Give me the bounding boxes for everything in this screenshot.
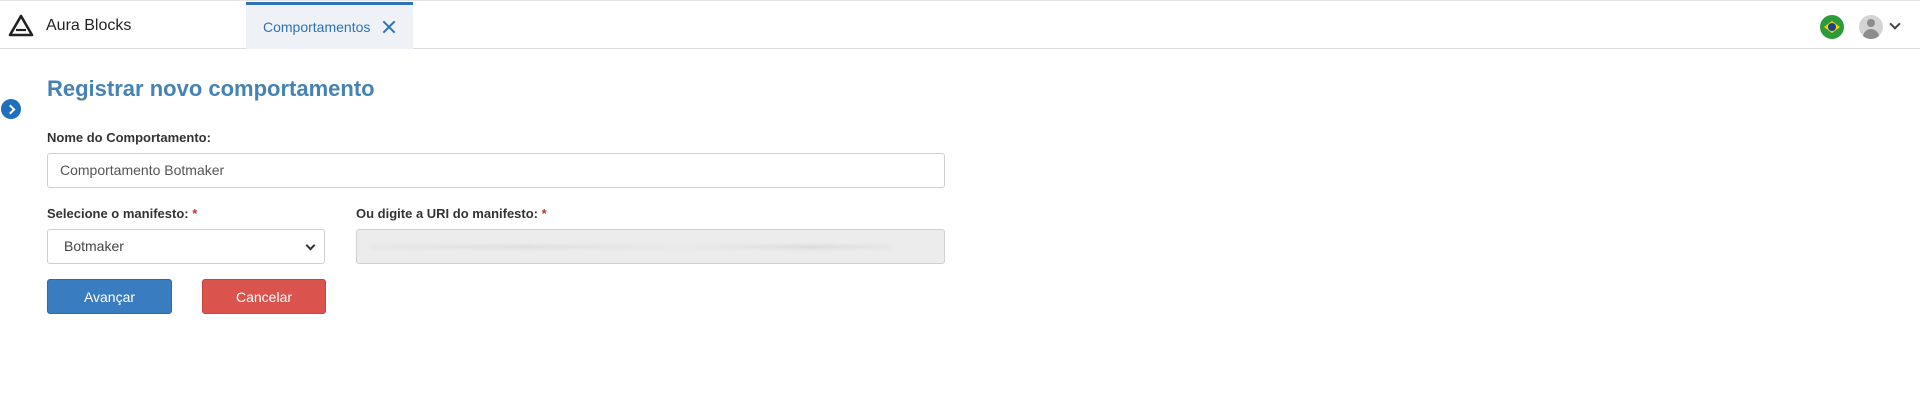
aura-logo-icon	[8, 14, 34, 37]
brazil-flag-icon[interactable]	[1820, 15, 1844, 39]
manifest-selected-value: Botmaker	[64, 238, 124, 254]
chevron-down-icon	[305, 240, 316, 251]
manifest-label-text: Selecione o manifesto:	[47, 206, 189, 221]
brand[interactable]: Aura Blocks	[8, 13, 131, 39]
tab-label: Comportamentos	[263, 19, 371, 35]
redacted-text	[371, 245, 891, 249]
tab-comportamentos[interactable]: Comportamentos	[246, 2, 413, 49]
cancel-button[interactable]: Cancelar	[202, 279, 326, 314]
close-icon[interactable]	[382, 20, 396, 34]
top-navigation-bar: Aura Blocks Comportamentos	[0, 0, 1920, 49]
manifest-uri-input	[356, 229, 945, 264]
uri-label-text: Ou digite a URI do manifesto:	[356, 206, 539, 221]
required-mark: *	[192, 206, 198, 221]
uri-field-label: Ou digite a URI do manifesto: *	[356, 206, 547, 221]
manifest-select[interactable]: Botmaker	[47, 229, 325, 264]
avatar[interactable]	[1859, 15, 1883, 39]
name-field-label: Nome do Comportamento:	[47, 130, 211, 145]
manifest-select-label: Selecione o manifesto: *	[47, 206, 197, 221]
sidebar-toggle-button[interactable]	[1, 99, 21, 119]
page-title: Registrar novo comportamento	[47, 76, 375, 101]
required-mark: *	[541, 206, 547, 221]
behavior-name-input[interactable]: Comportamento Botmaker	[47, 153, 945, 188]
next-button[interactable]: Avançar	[47, 279, 172, 314]
name-label-text: Nome do Comportamento:	[47, 130, 211, 145]
chevron-down-icon[interactable]	[1889, 18, 1901, 30]
app-name: Aura Blocks	[46, 17, 132, 34]
